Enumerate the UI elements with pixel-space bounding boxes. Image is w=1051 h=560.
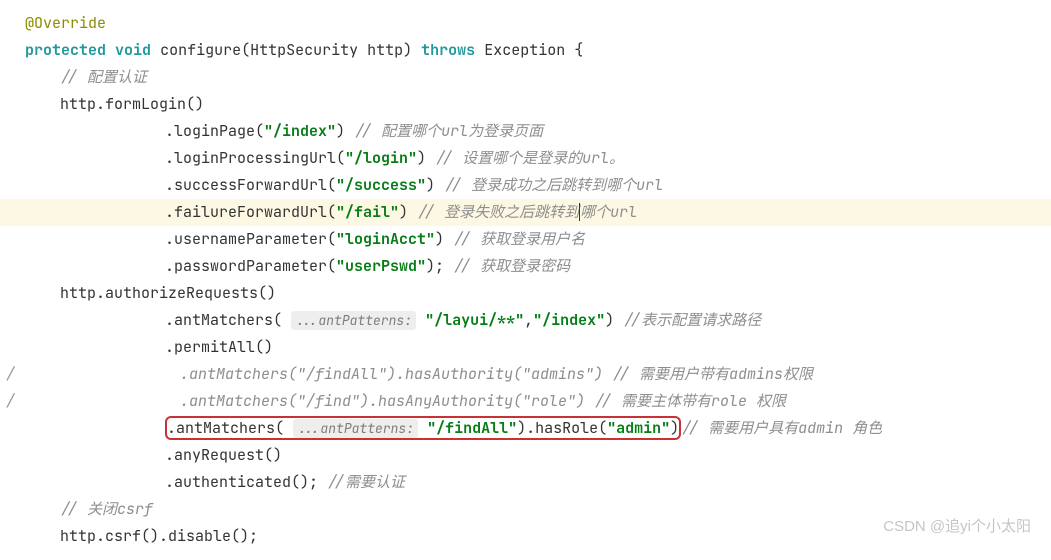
code-line[interactable]: .loginPage("/index") // 配置哪个url为登录页面	[0, 118, 1051, 145]
close-paren: )	[670, 418, 679, 438]
method-call: .loginPage(	[165, 121, 264, 141]
comment: // 登录成功之后跳转到哪个url	[444, 175, 663, 195]
code-line-highlighted[interactable]: .failureForwardUrl("/fail") // 登录失败之后跳转到…	[0, 199, 1051, 226]
close-paren: )	[417, 148, 426, 168]
comment: // 登录失败之后跳转到	[417, 202, 579, 222]
var-http: http	[60, 94, 96, 114]
string-literal: "admin"	[607, 418, 670, 438]
comment: // 需要用户带有admins权限	[612, 364, 813, 384]
code-line[interactable]: .permitAll()	[0, 334, 1051, 361]
commented-code: .antMatchers("/findAll").hasAuthority("a…	[180, 364, 603, 384]
code-line[interactable]: .successForwardUrl("/success") // 登录成功之后…	[0, 172, 1051, 199]
comment: // 配置哪个url为登录页面	[354, 121, 543, 141]
code-line[interactable]: .authenticated(); //需要认证	[0, 469, 1051, 496]
highlighted-box: .antMatchers( ...antPatterns: "/findAll"…	[165, 416, 681, 440]
string-literal: "loginAcct"	[336, 229, 435, 249]
method-call: .authenticated();	[165, 472, 318, 492]
var-http: http	[60, 283, 96, 303]
keyword-void: void	[115, 40, 151, 60]
code-line[interactable]: @Override	[0, 10, 1051, 37]
method-call: .loginProcessingUrl(	[165, 148, 345, 168]
code-line[interactable]: http.formLogin()	[0, 91, 1051, 118]
open-brace: {	[574, 40, 583, 60]
string-literal: "/fail"	[336, 202, 399, 222]
method-call: .successForwardUrl(	[165, 175, 336, 195]
commented-code: .antMatchers("/find").hasAnyAuthority("r…	[180, 391, 585, 411]
comma: ,	[524, 310, 533, 330]
method-call: .formLogin()	[96, 94, 204, 114]
inline-param-hint: ...antPatterns:	[293, 419, 418, 438]
watermark-text: CSDN @追yi个小太阳	[883, 513, 1031, 540]
keyword-throws: throws	[421, 40, 475, 60]
code-line[interactable]: .usernameParameter("loginAcct") // 获取登录用…	[0, 226, 1051, 253]
comment: // 配置认证	[60, 67, 147, 87]
text-caret	[579, 203, 580, 221]
gutter-slash-icon: /	[6, 361, 15, 388]
string-literal: "userPswd"	[336, 256, 426, 276]
comment: // 需要主体带有role 权限	[594, 391, 786, 411]
string-literal: "/success"	[336, 175, 426, 195]
close-paren-semi: );	[426, 256, 444, 276]
method-call: .permitAll()	[165, 337, 273, 357]
comment: // 获取登录密码	[453, 256, 570, 276]
code-line[interactable]: .passwordParameter("userPswd"); // 获取登录密…	[0, 253, 1051, 280]
code-line[interactable]: .anyRequest()	[0, 442, 1051, 469]
var-http: http	[60, 526, 96, 546]
comment: //表示配置请求路径	[623, 310, 761, 330]
code-line[interactable]: .loginProcessingUrl("/login") // 设置哪个是登录…	[0, 145, 1051, 172]
exception-type: Exception	[484, 40, 565, 60]
code-line[interactable]: protected void configure(HttpSecurity ht…	[0, 37, 1051, 64]
code-editor[interactable]: @Override protected void configure(HttpS…	[0, 10, 1051, 550]
close-paren: )	[399, 202, 408, 222]
close-paren: )	[605, 310, 614, 330]
string-literal: "/layui/**"	[425, 310, 524, 330]
comment: 哪个url	[580, 202, 637, 222]
param-type: HttpSecurity	[250, 40, 358, 60]
param-name: http	[367, 40, 403, 60]
inline-param-hint: ...antPatterns:	[291, 311, 416, 330]
method-chain: ).hasRole(	[517, 418, 607, 438]
method-call: .usernameParameter(	[165, 229, 336, 249]
code-line-commented[interactable]: / .antMatchers("/find").hasAnyAuthority(…	[0, 388, 1051, 415]
annotation: @Override	[25, 13, 106, 33]
comment: // 获取登录用户名	[453, 229, 585, 249]
close-paren: )	[435, 229, 444, 249]
code-line-commented[interactable]: / .antMatchers("/findAll").hasAuthority(…	[0, 361, 1051, 388]
method-call: .anyRequest()	[165, 445, 282, 465]
code-line[interactable]: // 配置认证	[0, 64, 1051, 91]
gutter-slash-icon: /	[6, 388, 15, 415]
code-line[interactable]: .antMatchers( ...antPatterns: "/layui/**…	[0, 307, 1051, 334]
comment: // 设置哪个是登录的url。	[435, 148, 624, 168]
method-call: .passwordParameter(	[165, 256, 336, 276]
comment: // 需要用户具有admin 角色	[681, 418, 882, 438]
method-call: .antMatchers(	[167, 418, 284, 438]
string-literal: "/findAll"	[427, 418, 517, 438]
comment: //需要认证	[327, 472, 405, 492]
method-call: .failureForwardUrl(	[165, 202, 336, 222]
close-paren: )	[336, 121, 345, 141]
string-literal: "/index"	[533, 310, 605, 330]
close-paren: )	[426, 175, 435, 195]
code-line[interactable]: http.authorizeRequests()	[0, 280, 1051, 307]
comment: // 关闭csrf	[60, 499, 153, 519]
string-literal: "/login"	[345, 148, 417, 168]
code-line[interactable]: .antMatchers( ...antPatterns: "/findAll"…	[0, 415, 1051, 442]
method-name: configure	[160, 40, 241, 60]
method-call: .antMatchers(	[165, 310, 282, 330]
keyword-protected: protected	[25, 40, 106, 60]
string-literal: "/index"	[264, 121, 336, 141]
method-call: .csrf().disable();	[96, 526, 258, 546]
method-call: .authorizeRequests()	[96, 283, 276, 303]
